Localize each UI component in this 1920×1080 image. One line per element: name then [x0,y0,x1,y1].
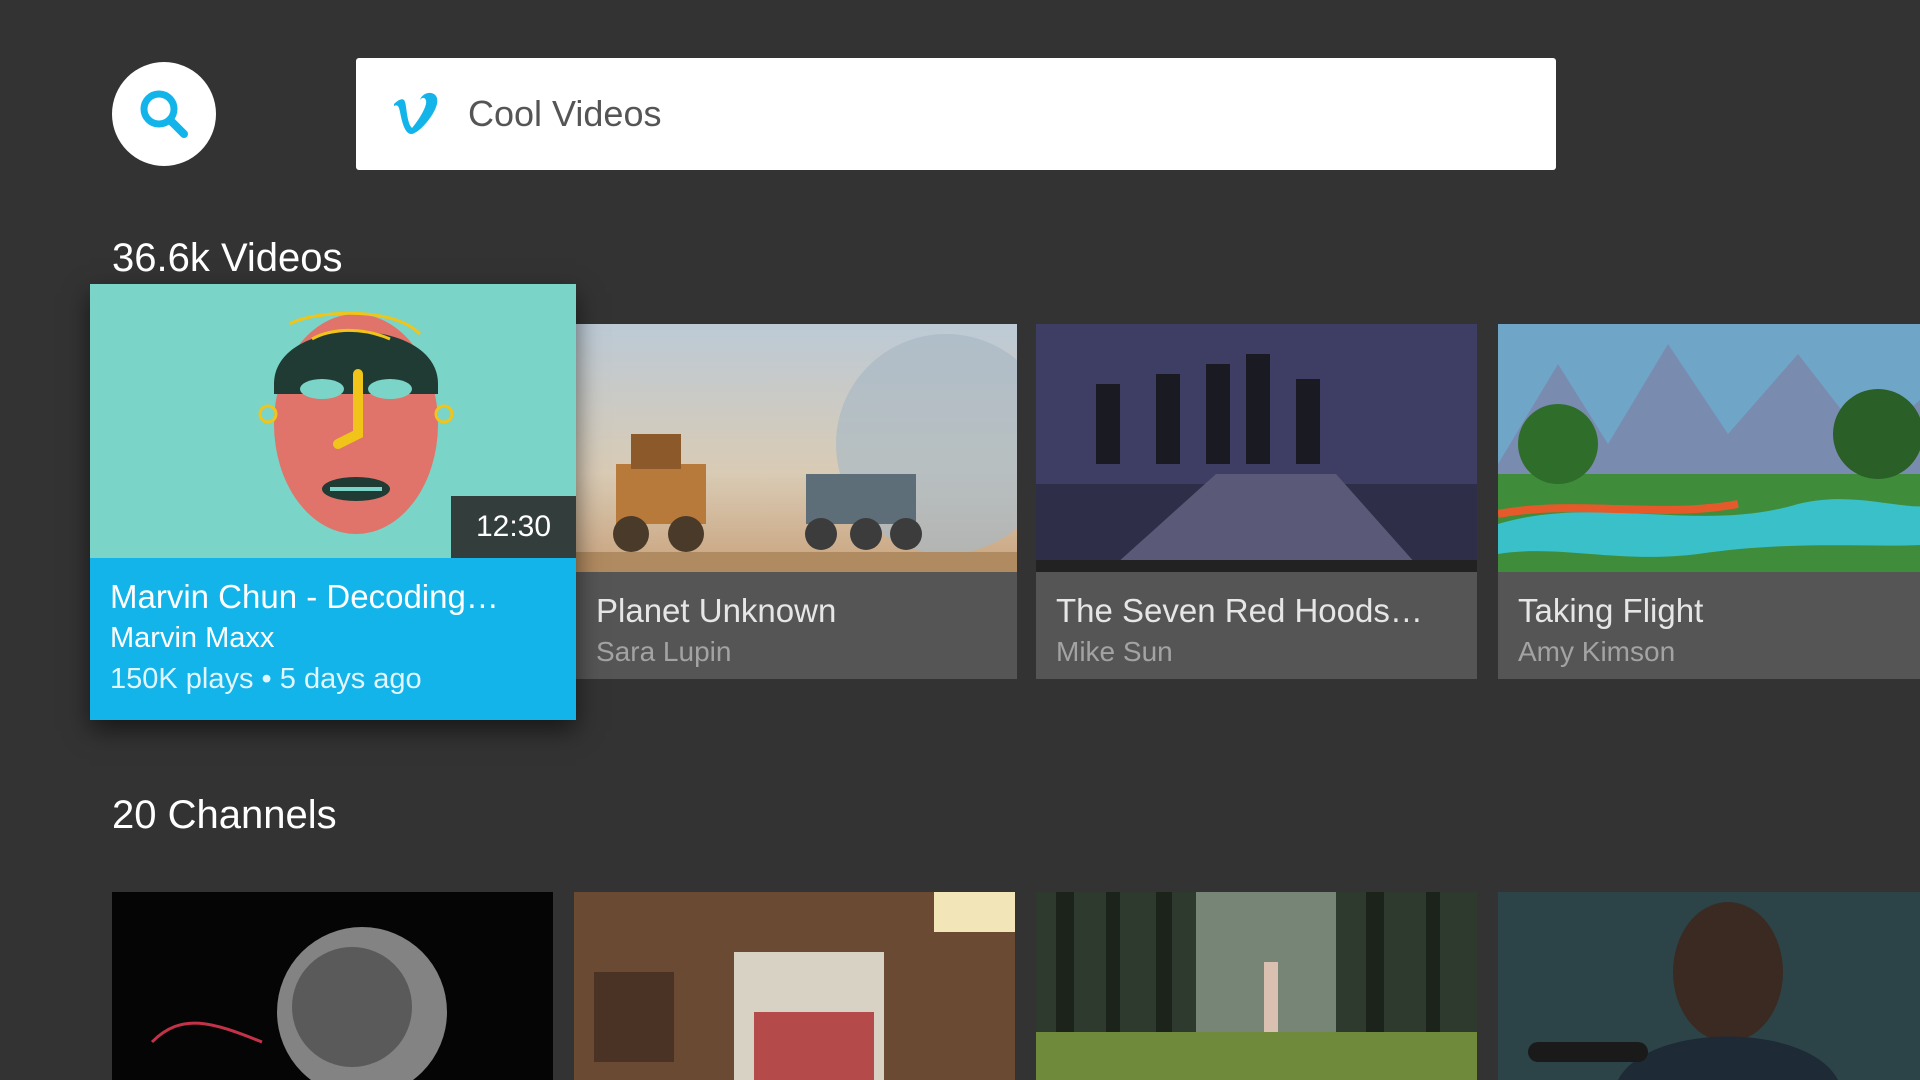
video-author: Mike Sun [1056,636,1173,667]
video-author: Sara Lupin [596,636,732,667]
video-thumbnail: 12:30 [90,284,576,558]
video-author: Amy Kimson [1518,636,1676,667]
videos-section-title: 36.6k Videos [112,236,343,280]
search-field[interactable]: Cool Videos [356,58,1556,170]
video-title: The Seven Red Hoods… [1056,592,1423,629]
video-thumbnail [576,324,1017,572]
channel-thumbnail [112,892,553,1080]
search-button[interactable] [112,62,216,166]
duration-badge: 12:30 [451,496,576,558]
video-meta: 150K plays • 5 days ago [110,663,422,695]
video-card[interactable]: Taking Flight Amy Kimson [1498,324,1920,679]
video-title: Taking Flight [1518,592,1704,629]
channel-thumbnail [1498,892,1920,1080]
video-author: Marvin Maxx [110,622,275,654]
video-title: Planet Unknown [596,592,837,629]
channel-card[interactable] [574,892,1015,1080]
channel-card[interactable] [1036,892,1477,1080]
video-thumbnail [1036,324,1477,572]
video-card[interactable]: The Seven Red Hoods… Mike Sun [1036,324,1477,679]
search-query: Cool Videos [468,93,662,134]
search-icon [140,90,188,138]
vimeo-logo [386,84,446,144]
channels-section-title: 20 Channels [112,793,337,837]
video-title: Marvin Chun - Decoding… [110,578,499,615]
channel-thumbnail [1036,892,1477,1080]
channel-thumbnail [574,892,1015,1080]
channel-card[interactable] [1498,892,1920,1080]
video-card-focused[interactable]: 12:30 Marvin Chun - Decoding… Marvin Max… [90,284,576,720]
channel-card[interactable] [112,892,553,1080]
video-card[interactable]: Planet Unknown Sara Lupin [576,324,1017,679]
video-thumbnail [1498,324,1920,572]
